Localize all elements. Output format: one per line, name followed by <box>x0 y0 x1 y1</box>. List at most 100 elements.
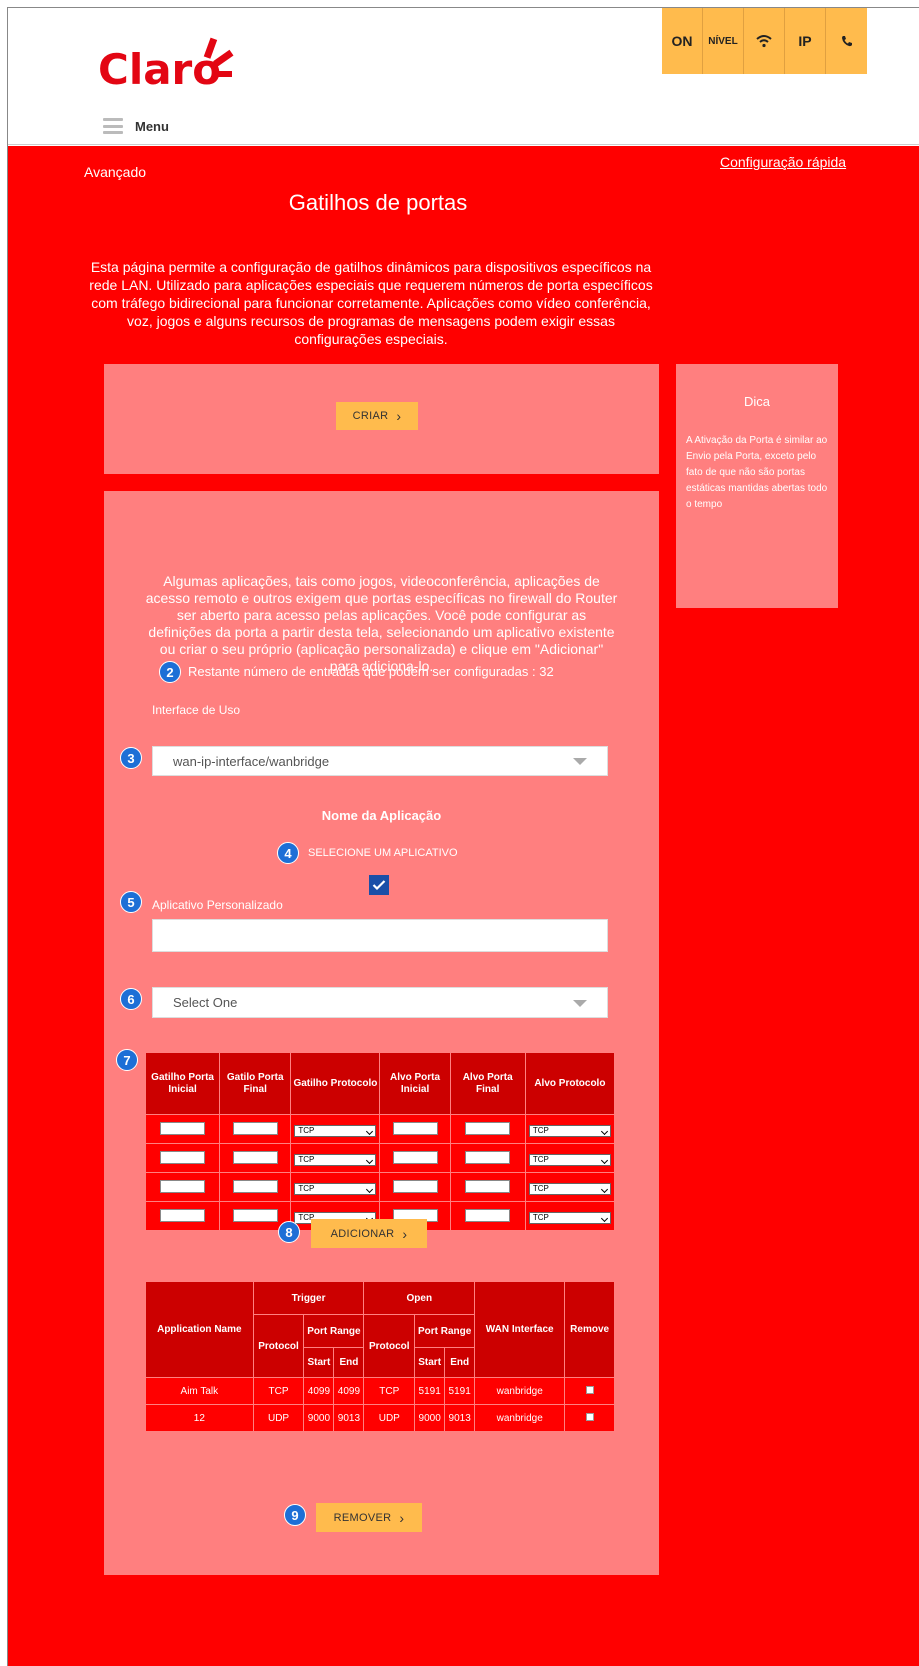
trigger-protocol-select[interactable]: TCP <box>294 1154 377 1166</box>
tip-title: Dica <box>743 394 770 409</box>
trigger-protocol: TCP <box>252 1377 305 1405</box>
select-app-label: SELECIONE UM APLICATIVO <box>308 847 458 859</box>
table-row: Aim Talk TCP 4099 4099 TCP 5191 5191 wan… <box>145 1377 615 1405</box>
status-phone[interactable] <box>826 8 867 74</box>
trigger-end-input[interactable] <box>232 1209 278 1222</box>
menu-button[interactable]: Menu <box>103 118 169 134</box>
header-trigger-end: End <box>333 1347 365 1378</box>
trigger-end: 4099 <box>333 1377 365 1405</box>
header-target-start: Alvo Porta Inicial <box>379 1052 451 1115</box>
header-trigger: Trigger <box>252 1281 365 1315</box>
trigger-start-input[interactable] <box>160 1122 206 1135</box>
header-open-end: End <box>444 1347 476 1378</box>
header-trigger-start: Start <box>303 1347 335 1378</box>
port-row: TCP TCP <box>144 1172 616 1202</box>
open-protocol: TCP <box>363 1377 416 1405</box>
port-row: TCP TCP <box>144 1143 616 1173</box>
target-end-input[interactable] <box>465 1151 511 1164</box>
trigger-start-input[interactable] <box>160 1180 206 1193</box>
application-select[interactable]: Select One <box>152 987 608 1018</box>
content-area: Avançado Configuração rápida Gatilhos de… <box>8 146 919 1666</box>
step-badge-6: 6 <box>120 988 142 1010</box>
hamburger-icon <box>103 118 123 134</box>
interface-label: Interface de Uso <box>152 703 241 717</box>
trigger-protocol-select[interactable]: TCP <box>294 1125 377 1137</box>
header-open-start: Start <box>414 1347 446 1378</box>
trigger-start: 9000 <box>303 1404 335 1432</box>
create-panel: CRIAR › <box>104 364 659 474</box>
trigger-end-input[interactable] <box>232 1122 278 1135</box>
header-target-end: Alvo Porta Final <box>449 1052 526 1115</box>
main-description: Algumas aplicações, tais como jogos, vid… <box>145 573 618 674</box>
claro-logo[interactable]: Claro <box>98 34 248 94</box>
remove-button[interactable]: REMOVER › <box>316 1503 422 1532</box>
target-protocol-select[interactable]: TCP <box>528 1125 611 1137</box>
trigger-end: 9013 <box>333 1404 365 1432</box>
header-trigger-protocol: Protocol <box>252 1314 305 1378</box>
table-row: 12 UDP 9000 9013 UDP 9000 9013 wanbridge <box>145 1404 615 1432</box>
app-name-title: Nome da Aplicação <box>321 808 442 823</box>
step-badge-9: 9 <box>284 1504 306 1526</box>
target-end-input[interactable] <box>465 1209 511 1222</box>
header-application-name: Application Name <box>145 1281 254 1378</box>
step-badge-5: 5 <box>120 891 142 913</box>
status-level[interactable]: NÍVEL <box>703 8 744 74</box>
quick-config-link[interactable]: Configuração rápida <box>720 154 846 170</box>
remaining-entries: Restante número de entradas que podem se… <box>188 664 554 679</box>
wifi-icon <box>756 35 772 48</box>
custom-app-label: Aplicativo Personalizado <box>152 898 283 912</box>
header-open-protocol: Protocol <box>363 1314 416 1378</box>
wan-interface: wanbridge <box>474 1404 566 1432</box>
main-panel: Algumas aplicações, tais como jogos, vid… <box>104 491 659 1575</box>
header-open-port-range: Port Range <box>414 1314 476 1348</box>
custom-app-input[interactable] <box>152 919 608 952</box>
header-remove: Remove <box>564 1281 615 1378</box>
remove-checkbox[interactable] <box>585 1412 594 1421</box>
select-app-checkbox[interactable] <box>369 875 389 895</box>
status-wifi[interactable] <box>744 8 785 74</box>
trigger-end-input[interactable] <box>232 1151 278 1164</box>
phone-icon <box>841 36 852 47</box>
trigger-protocol: UDP <box>252 1404 305 1432</box>
app-name: 12 <box>145 1404 254 1432</box>
status-ip[interactable]: IP <box>785 8 826 74</box>
applications-table: Application Name Trigger Open WAN Interf… <box>145 1281 615 1432</box>
header-trigger-protocol: Gatilho Protocolo <box>290 1052 381 1115</box>
open-end: 9013 <box>444 1404 476 1432</box>
intro-text: Esta página permite a configuração de ga… <box>89 259 653 347</box>
step-badge-4: 4 <box>277 842 299 864</box>
target-start-input[interactable] <box>392 1122 438 1135</box>
target-start-input[interactable] <box>392 1151 438 1164</box>
open-start: 5191 <box>414 1377 446 1405</box>
target-protocol-select[interactable]: TCP <box>528 1154 611 1166</box>
wan-interface: wanbridge <box>474 1377 566 1405</box>
header-target-protocol: Alvo Protocolo <box>524 1052 616 1115</box>
target-end-input[interactable] <box>465 1180 511 1193</box>
add-button[interactable]: ADICIONAR › <box>311 1219 427 1248</box>
tip-panel: Dica A Ativação da Porta é similar ao En… <box>676 364 838 608</box>
target-protocol-select[interactable]: TCP <box>528 1212 611 1224</box>
breadcrumb[interactable]: Avançado <box>84 164 146 180</box>
chevron-right-icon: › <box>396 408 402 424</box>
target-end-input[interactable] <box>465 1122 511 1135</box>
trigger-start-input[interactable] <box>160 1151 206 1164</box>
target-start-input[interactable] <box>392 1180 438 1193</box>
check-icon <box>372 880 386 891</box>
trigger-end-input[interactable] <box>232 1180 278 1193</box>
logo-text: Claro <box>98 45 221 94</box>
header-trigger-end: Gatilo Porta Final <box>219 1052 292 1115</box>
status-on[interactable]: ON <box>662 8 703 74</box>
open-start: 9000 <box>414 1404 446 1432</box>
tip-text: A Ativação da Porta é similar ao Envio p… <box>686 435 828 510</box>
trigger-start-input[interactable] <box>160 1209 206 1222</box>
dropdown-arrow-icon <box>573 999 587 1007</box>
header-trigger-start: Gatilho Porta Inicial <box>144 1052 221 1115</box>
create-button[interactable]: CRIAR › <box>336 402 418 430</box>
step-badge-3: 3 <box>120 747 142 769</box>
target-protocol-select[interactable]: TCP <box>528 1183 611 1195</box>
port-trigger-table: Gatilho Porta Inicial Gatilo Porta Final… <box>144 1052 616 1231</box>
remove-checkbox[interactable] <box>585 1385 594 1394</box>
interface-select[interactable]: wan-ip-interface/wanbridge <box>152 746 608 776</box>
trigger-protocol-select[interactable]: TCP <box>294 1183 377 1195</box>
chevron-right-icon: › <box>399 1509 405 1526</box>
